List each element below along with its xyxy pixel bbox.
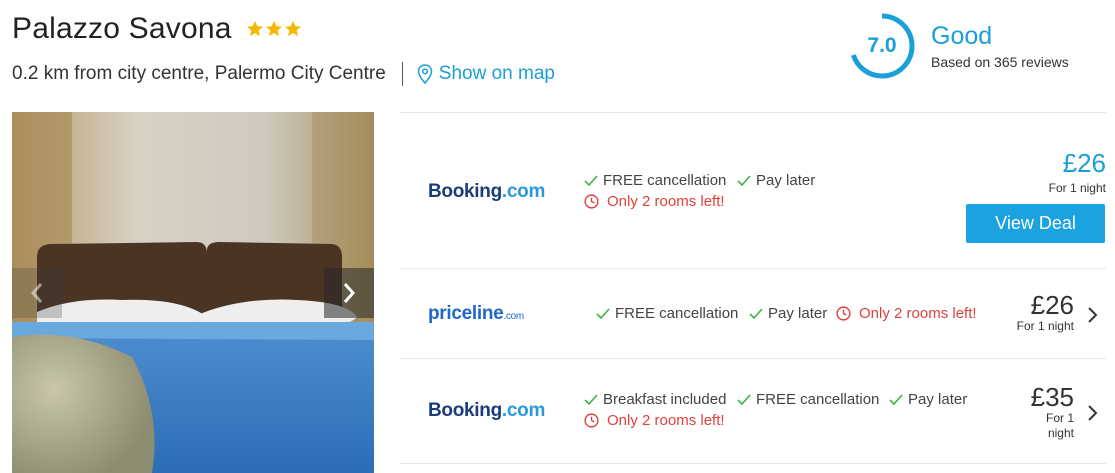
star-icon <box>246 20 263 37</box>
bedroom-image <box>12 112 374 473</box>
deal-row[interactable]: priceline.com FREE cancellation Pay late… <box>400 268 1106 358</box>
rating-score: 7.0 <box>867 34 897 57</box>
chevron-right-icon[interactable] <box>1087 306 1099 324</box>
photo-next-button[interactable] <box>324 268 374 318</box>
hotel-name: Palazzo Savona <box>12 12 232 45</box>
feature-pay-later: Pay later <box>737 172 815 189</box>
view-deal-button[interactable]: View Deal <box>966 204 1105 243</box>
feature-pay-later: Pay later <box>889 391 967 408</box>
photo-prev-button[interactable] <box>12 268 62 318</box>
show-on-map-link[interactable]: Show on map <box>417 63 555 85</box>
feature-free-cancellation: FREE cancellation <box>596 305 738 322</box>
provider-logo-priceline[interactable]: priceline.com <box>428 303 524 325</box>
price-note: For 1 night <box>1048 181 1106 195</box>
star-icon <box>265 20 282 37</box>
price-note-line-2: night <box>1047 426 1074 440</box>
rating-word: Good <box>931 22 993 50</box>
deal-row[interactable]: Booking.com FREE cancellation Pay later … <box>400 112 1106 268</box>
location-row: 0.2 km from city centre, Palermo City Ce… <box>12 62 555 86</box>
price-note-line-1: For 1 <box>1045 411 1074 425</box>
hotel-header: Palazzo Savona <box>12 12 302 46</box>
location-text: 0.2 km from city centre, Palermo City Ce… <box>12 63 386 84</box>
feature-free-cancellation: FREE cancellation <box>737 391 879 408</box>
deal-row[interactable]: Booking.com Breakfast included FREE canc… <box>400 358 1106 464</box>
check-icon <box>584 393 598 405</box>
deal-list: Booking.com FREE cancellation Pay later … <box>400 112 1106 464</box>
map-pin-icon <box>417 64 433 84</box>
feature-pay-later: Pay later <box>749 305 827 322</box>
check-icon <box>749 307 763 319</box>
clock-icon <box>836 306 851 321</box>
rooms-left-warning: Only 2 rooms left! <box>584 193 725 210</box>
hotel-photo[interactable] <box>12 112 374 473</box>
rooms-left-warning: Only 2 rooms left! <box>584 412 725 429</box>
star-icon <box>284 20 301 37</box>
review-count[interactable]: Based on 365 reviews <box>931 54 1069 70</box>
rating-gauge: 7.0 <box>848 12 916 80</box>
chevron-right-icon <box>343 283 356 303</box>
deal-price: £26 For 1 night <box>1049 149 1106 196</box>
price-note: For 1 night <box>1016 319 1074 333</box>
show-on-map-label[interactable]: Show on map <box>439 63 555 85</box>
price-amount: £35 <box>1030 382 1074 412</box>
divider <box>401 62 403 86</box>
feature-breakfast-included: Breakfast included <box>584 391 726 408</box>
rooms-left-warning: Only 2 rooms left! <box>836 305 977 322</box>
chevron-right-icon[interactable] <box>1087 404 1099 422</box>
deal-price: £35 For 1 night <box>1031 383 1074 441</box>
star-rating <box>246 20 302 38</box>
review-rating[interactable]: 7.0 Good Based on 365 reviews <box>848 12 1069 80</box>
feature-free-cancellation: FREE cancellation <box>584 172 726 189</box>
clock-icon <box>584 194 599 209</box>
chevron-left-icon <box>30 283 43 303</box>
provider-logo-booking[interactable]: Booking.com <box>428 400 545 422</box>
provider-logo-booking[interactable]: Booking.com <box>428 181 545 203</box>
check-icon <box>737 174 751 186</box>
clock-icon <box>584 413 599 428</box>
check-icon <box>737 393 751 405</box>
check-icon <box>889 393 903 405</box>
check-icon <box>596 307 610 319</box>
deal-price: £26 For 1 night <box>1017 291 1074 334</box>
price-amount: £26 <box>1062 148 1106 178</box>
check-icon <box>584 174 598 186</box>
price-amount: £26 <box>1030 290 1074 320</box>
